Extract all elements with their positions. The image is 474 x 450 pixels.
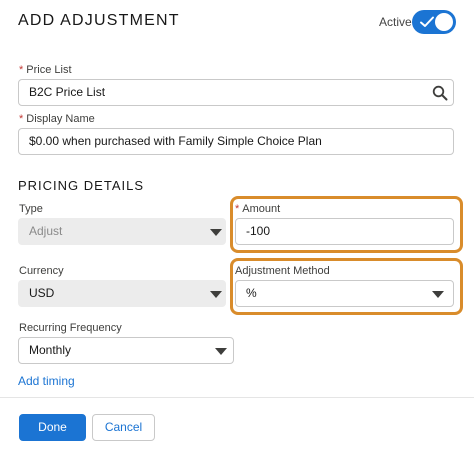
search-icon[interactable] [432,85,448,101]
chevron-down-icon [215,348,227,355]
currency-label: Currency [19,265,64,277]
recurring-frequency-label: Recurring Frequency [19,322,122,334]
chevron-down-icon [432,291,444,298]
adjustment-method-value: % [246,286,257,300]
modal-title: ADD ADJUSTMENT [18,12,180,29]
currency-select[interactable]: USD [18,280,226,307]
recurring-frequency-value: Monthly [29,343,72,357]
footer-divider [0,397,474,398]
cancel-button[interactable]: Cancel [92,414,155,441]
display-name-field[interactable]: $0.00 when purchased with Family Simple … [18,128,454,155]
chevron-down-icon [210,229,222,236]
adjustment-method-label: Adjustment Method [235,265,330,277]
add-timing-link[interactable]: Add timing [18,374,75,388]
required-mark: * [235,203,240,215]
display-name-label-text: Display Name [26,113,95,125]
toggle-knob [435,13,453,31]
chevron-down-icon [210,291,222,298]
type-value: Adjust [29,224,63,238]
type-select: Adjust [18,218,226,245]
price-list-label: * Price List [19,64,72,76]
display-name-label: * Display Name [19,113,95,125]
amount-value: -100 [246,224,271,238]
required-mark: * [19,113,24,125]
amount-label-text: Amount [242,203,281,215]
price-list-label-text: Price List [26,64,72,76]
price-list-value: B2C Price List [29,85,106,99]
checkmark-icon [420,16,434,27]
amount-field[interactable]: -100 [235,218,454,245]
currency-value: USD [29,286,55,300]
add-adjustment-modal: ADD ADJUSTMENT Active * Price List B2C Pr… [0,0,474,450]
amount-label: * Amount [235,203,280,215]
active-toggle-label: Active [379,15,412,29]
price-list-lookup[interactable]: B2C Price List [18,79,454,106]
done-button[interactable]: Done [19,414,86,441]
type-label: Type [19,203,43,215]
adjustment-method-select[interactable]: % [235,280,454,307]
active-toggle[interactable] [412,10,456,34]
required-mark: * [19,64,24,76]
modal-header: ADD ADJUSTMENT Active [0,0,474,46]
recurring-frequency-select[interactable]: Monthly [18,337,234,364]
pricing-details-heading: PRICING DETAILS [18,178,145,193]
display-name-value: $0.00 when purchased with Family Simple … [29,134,322,148]
